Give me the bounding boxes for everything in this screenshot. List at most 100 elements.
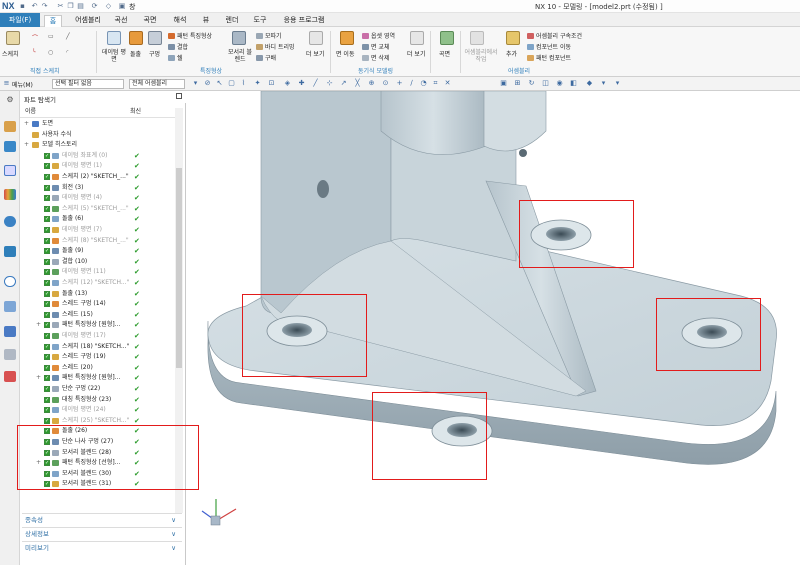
surface-icon[interactable] — [440, 31, 454, 45]
datum-plane-icon[interactable] — [107, 31, 121, 45]
save-icon[interactable]: ▪ — [18, 2, 27, 11]
tree-row[interactable]: ✓ 결합 (10) ✔ — [20, 257, 175, 268]
layer-icon[interactable]: ◫ — [542, 80, 549, 87]
visibility-checkbox[interactable]: ✓ — [44, 237, 50, 244]
lasso-icon[interactable]: ⌇ — [240, 80, 247, 87]
tree-row[interactable]: ✓ 데이텀 좌표계 (0) ✔ — [20, 151, 175, 162]
draft-button[interactable]: 구배 — [256, 53, 276, 62]
visibility-checkbox[interactable]: ✓ — [44, 290, 50, 297]
tree-row[interactable]: ✓ 데이텀 평면 (7) ✔ — [20, 225, 175, 236]
visibility-checkbox[interactable]: ✓ — [44, 343, 50, 350]
shell-button[interactable]: 쉘 — [168, 53, 183, 62]
fillet-sketch-icon[interactable]: ╰ — [32, 49, 36, 56]
copy-icon[interactable]: ❐ — [66, 2, 75, 11]
hd3d-tools-icon[interactable] — [4, 216, 16, 227]
endpoint-icon[interactable]: ╱ — [312, 80, 319, 87]
tree-row[interactable]: ✓ 스레드 구멍 (19) ✔ — [20, 352, 175, 363]
tree-row[interactable]: ✓ 회전 (3) ✔ — [20, 183, 175, 194]
tree-row[interactable]: ✓ 스케치 (2) "SKETCH_..." ✔ — [20, 172, 175, 183]
shading-icon[interactable]: ◉ — [556, 80, 563, 87]
visibility-checkbox[interactable]: ✓ — [44, 258, 50, 265]
arc-center-icon[interactable]: ⊕ — [368, 80, 375, 87]
wall-hole[interactable] — [317, 180, 329, 198]
tree-row[interactable]: ✓ 데이텀 평면 (4) ✔ — [20, 193, 175, 204]
tree-row[interactable]: ✓ 돌출 (6) ✔ — [20, 214, 175, 225]
tab-surface[interactable]: 곡면 — [140, 15, 160, 27]
datum-plane-button[interactable]: 데이텀 평면 — [102, 49, 126, 63]
line-icon[interactable]: ╱ — [66, 33, 70, 40]
extrude-button[interactable]: 돌출 — [130, 49, 141, 58]
assembly-constraint-button[interactable]: 어셈블리 구속조건 — [527, 31, 582, 40]
tab-view[interactable]: 뷰 — [200, 15, 212, 27]
tab-applications[interactable]: 응용 프로그램 — [279, 15, 329, 27]
visibility-checkbox[interactable]: ✓ — [44, 322, 50, 329]
manufacturing-wizard-icon[interactable] — [4, 326, 16, 337]
visibility-checkbox[interactable]: ✓ — [44, 227, 50, 233]
tree-row[interactable]: + ✓ 패턴 특징형상 [원형]... ✔ — [20, 373, 175, 384]
expand-icon[interactable]: + — [24, 119, 29, 130]
move-face-button[interactable]: 면 이동 — [336, 49, 354, 58]
surface-button[interactable]: 곡면 — [439, 49, 450, 58]
tab-curve[interactable]: 곡선 — [111, 15, 131, 27]
tree-row[interactable]: ✓ 스레드 구멍 (14) ✔ — [20, 299, 175, 310]
rotate-icon[interactable]: ↻ — [528, 80, 535, 87]
tab-tools[interactable]: 도구 — [250, 15, 270, 27]
select-filter-icon[interactable]: ▾ — [192, 80, 199, 87]
delete-face-button[interactable]: 면 삭제 — [362, 53, 389, 62]
tree-row[interactable]: ✓ 스케치 (18) "SKETCH..." ✔ — [20, 342, 175, 353]
expand-icon[interactable]: + — [24, 140, 29, 151]
visibility-checkbox[interactable]: ✓ — [44, 195, 50, 202]
scroll-thumb[interactable] — [176, 168, 182, 368]
visibility-checkbox[interactable]: ✓ — [44, 184, 50, 191]
control-point-icon[interactable]: ↗ — [340, 80, 347, 87]
settings-gear-icon[interactable]: ⚙ — [4, 95, 16, 106]
menu-button[interactable]: 메뉴(M) — [12, 80, 33, 89]
tree-row[interactable]: ✓ 데이텀 평면 (1) ✔ — [20, 161, 175, 172]
rectangle-icon[interactable]: ▭ — [48, 33, 54, 40]
visibility-checkbox[interactable]: ✓ — [44, 269, 50, 276]
window-menu[interactable]: 창 — [129, 2, 135, 12]
undo-icon[interactable]: ↶ — [30, 2, 39, 11]
visibility-checkbox[interactable]: ✓ — [44, 333, 50, 339]
trim-body-button[interactable]: 바디 트리밍 — [256, 42, 295, 51]
tree-row[interactable]: ✓ 데이텀 평면 (17) ✔ — [20, 331, 175, 342]
clear-snap-icon[interactable]: ✕ — [444, 80, 451, 87]
section-details[interactable]: 상세정보 ∨ — [22, 527, 182, 540]
move-component-button[interactable]: 컴포넌트 이동 — [527, 42, 571, 51]
visibility-checkbox[interactable]: ✓ — [44, 280, 50, 286]
file-tab[interactable]: 파일(F) — [0, 13, 40, 27]
offset-region-button[interactable]: 옵셋 영역 — [362, 31, 395, 40]
visibility-checkbox[interactable]: ✓ — [44, 354, 50, 361]
redo-icon[interactable]: ↷ — [40, 2, 49, 11]
visibility-checkbox[interactable]: ✓ — [44, 407, 50, 414]
graphics-window[interactable] — [186, 90, 800, 565]
tree-row[interactable]: + 도면 — [20, 119, 175, 130]
visibility-checkbox[interactable]: ✓ — [44, 248, 50, 255]
visibility-checkbox[interactable]: ✓ — [44, 417, 50, 424]
edge-blend-button[interactable]: 모서리 블렌드 — [226, 49, 254, 63]
tree-row[interactable]: ✓ 돌출 (13) ✔ — [20, 289, 175, 300]
visibility-checkbox[interactable]: ✓ — [44, 163, 50, 170]
tree-row[interactable]: + 모델 히스토리 — [20, 140, 175, 151]
boss-face[interactable] — [483, 90, 547, 152]
circle-icon[interactable]: ○ — [48, 49, 53, 56]
tab-render[interactable]: 렌더 — [222, 15, 242, 27]
view-menu-icon[interactable]: ▾ — [614, 80, 621, 87]
more-feature-button[interactable]: 더 보기 — [306, 49, 324, 58]
quadrant-icon[interactable]: ⊙ — [382, 80, 389, 87]
pattern-component-button[interactable]: 패턴 컴포넌트 — [527, 53, 571, 62]
visibility-checkbox[interactable]: ✓ — [44, 174, 50, 180]
visibility-checkbox[interactable]: ✓ — [44, 364, 50, 371]
section-dependencies[interactable]: 종속성 ∨ — [22, 513, 182, 526]
tab-analysis[interactable]: 해석 — [170, 15, 190, 27]
visibility-checkbox[interactable]: ✓ — [44, 396, 50, 403]
add-button[interactable]: 추가 — [506, 49, 517, 58]
view-cube-icon[interactable]: ◈ — [284, 80, 291, 87]
midpoint-icon[interactable]: ⊹ — [326, 80, 333, 87]
visibility-checkbox[interactable]: ✓ — [44, 375, 50, 382]
tree-row[interactable]: 사용자 수식 — [20, 130, 175, 141]
more-sync-icon[interactable] — [410, 31, 424, 45]
visibility-checkbox[interactable]: ✓ — [44, 205, 50, 212]
tree-row[interactable]: ✓ 스레드 (20) ✔ — [20, 363, 175, 374]
hole-icon[interactable] — [148, 31, 162, 45]
